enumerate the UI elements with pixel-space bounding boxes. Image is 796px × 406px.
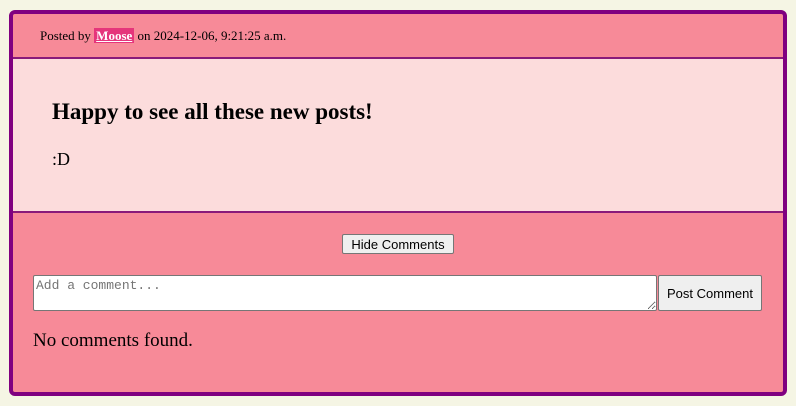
posted-by-line: Posted by Moose on 2024-12-06, 9:21:25 a… <box>40 28 286 44</box>
hide-comments-button[interactable]: Hide Comments <box>342 234 454 254</box>
posted-prefix: Posted by <box>40 28 95 43</box>
post-content: :D <box>52 149 70 169</box>
post-card: Posted by Moose on 2024-12-06, 9:21:25 a… <box>9 10 787 396</box>
comments-section: Hide Comments Post Comment No comments f… <box>13 213 783 392</box>
no-comments-message: No comments found. <box>33 330 193 351</box>
post-title: Happy to see all these new posts! <box>52 99 373 124</box>
author-link[interactable]: Moose <box>94 28 135 43</box>
post-body: Happy to see all these new posts! :D <box>13 59 783 213</box>
post-header: Posted by Moose on 2024-12-06, 9:21:25 a… <box>13 14 783 59</box>
posted-timestamp: on 2024-12-06, 9:21:25 a.m. <box>134 28 287 43</box>
comment-input[interactable] <box>33 275 657 311</box>
post-comment-button[interactable]: Post Comment <box>658 275 762 311</box>
